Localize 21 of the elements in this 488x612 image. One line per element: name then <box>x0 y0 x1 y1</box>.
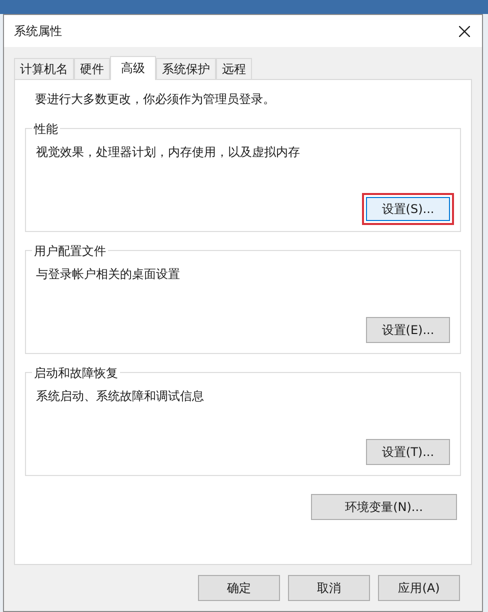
tab[interactable]: 系统保护 <box>156 58 216 79</box>
close-icon[interactable] <box>459 26 470 36</box>
group-description: 与登录帐户相关的桌面设置 <box>36 266 181 283</box>
settings-button[interactable]: 设置(T)... <box>366 439 450 465</box>
dialog-button[interactable]: 确定 <box>198 575 280 601</box>
group-description: 系统启动、系统故障和调试信息 <box>36 388 205 405</box>
tab[interactable]: 计算机名 <box>14 58 74 79</box>
window-title: 系统属性 <box>14 23 62 40</box>
group-title: 性能 <box>32 120 60 138</box>
tab[interactable]: 远程 <box>216 58 252 79</box>
group-title: 启动和故障恢复 <box>32 364 120 382</box>
notice-text: 要进行大多数更改，你必须作为管理员登录。 <box>35 91 276 108</box>
dialog-button[interactable]: 取消 <box>288 575 370 601</box>
dialog-button[interactable]: 应用(A) <box>378 575 460 601</box>
tab[interactable]: 硬件 <box>74 58 110 79</box>
environment-variables-button[interactable]: 环境变量(N)... <box>311 494 457 520</box>
group-title: 用户配置文件 <box>32 242 108 260</box>
settings-button[interactable]: 设置(E)... <box>366 317 450 343</box>
group-description: 视觉效果，处理器计划，内存使用，以及虚拟内存 <box>36 144 301 161</box>
settings-button[interactable]: 设置(S)... <box>366 197 450 221</box>
tab[interactable]: 高级 <box>110 56 156 80</box>
